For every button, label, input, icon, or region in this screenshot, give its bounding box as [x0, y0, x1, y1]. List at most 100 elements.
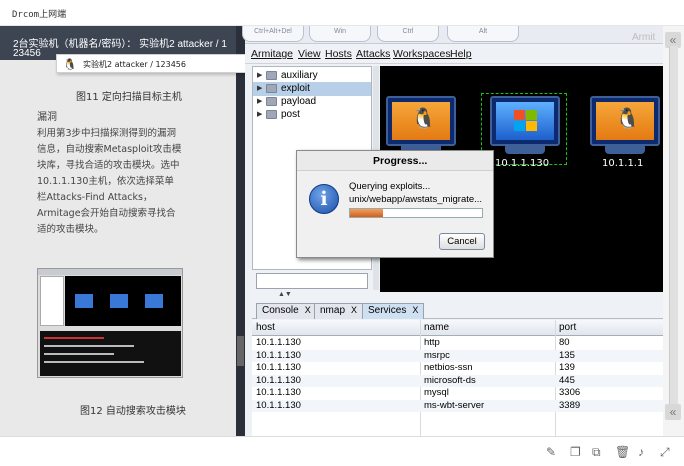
close-tab-icon[interactable]: X: [412, 305, 418, 315]
pin-icon[interactable]: ✎: [546, 445, 556, 459]
tab-label: nmap: [320, 305, 346, 316]
table-row[interactable]: 10.1.1.130 ms-wbt-server 3389: [252, 399, 663, 412]
info-icon: i: [309, 184, 339, 214]
fullscreen-icon[interactable]: ⤢: [660, 445, 670, 460]
menu-help[interactable]: Help: [450, 48, 472, 60]
host-label: 10.1.1.1: [602, 158, 644, 169]
folder-icon: [266, 110, 277, 119]
document-header-line1: 2台实验机（机器名/密码）： 实验机2 attacker / 1: [13, 39, 227, 50]
window-title: Drcom上网端: [12, 10, 67, 20]
tree-node-label: post: [281, 109, 300, 120]
tab-label: Services: [368, 305, 407, 316]
menu-attacks[interactable]: Attacks: [356, 48, 390, 60]
thumbnail-console-line: [44, 361, 144, 363]
folder-icon: [266, 84, 277, 93]
thumbnail-console-line: [44, 337, 104, 339]
expand-arrow-icon[interactable]: ▶: [257, 71, 262, 79]
tree-node-post[interactable]: ▶ post: [253, 108, 371, 122]
close-tab-icon[interactable]: X: [305, 305, 311, 315]
table-cell-name: msrpc: [424, 349, 450, 361]
table-cell-name: netbios-ssn: [424, 362, 473, 373]
document-scroll-thumb[interactable]: [237, 336, 244, 366]
monitor-stand: [505, 146, 545, 154]
thumbnail-console-line: [44, 353, 114, 355]
table-row[interactable]: 10.1.1.130 netbios-ssn 139: [252, 362, 663, 374]
tree-node-label: auxiliary: [281, 70, 318, 81]
expand-arrow-icon[interactable]: ▶: [257, 97, 262, 105]
table-cell-port: 3306: [559, 387, 581, 398]
table-row[interactable]: 10.1.1.130 http 80: [252, 337, 663, 349]
tab-nmap[interactable]: nmap X: [314, 303, 364, 319]
table-header: host name port: [252, 320, 663, 336]
splitter-arrows-icon[interactable]: ▲▼: [278, 291, 292, 298]
copy-icon[interactable]: ⧉: [592, 445, 601, 460]
progress-dialog-titlebar[interactable]: Progress...: [297, 151, 493, 171]
menu-hosts[interactable]: Hosts: [325, 48, 352, 60]
expand-arrow-icon[interactable]: ▶: [257, 84, 262, 92]
table-cell-name: mysql: [424, 387, 449, 398]
thumbnail-canvas: [65, 276, 181, 326]
document-header-line2: 23456: [13, 48, 41, 59]
ctrl-alt-del-key[interactable]: Ctrl+Alt+Del: [242, 26, 304, 42]
menu-workspaces[interactable]: Workspaces: [393, 48, 451, 60]
bottom-tray: ✎ ❐ ⧉ 🗑 ♪ ⤢: [0, 436, 684, 466]
progress-status-text: Querying exploits...: [349, 181, 431, 192]
table-cell-port: 80: [559, 337, 570, 348]
thumbnail-host-icon: [145, 294, 163, 308]
table-cell-name: http: [424, 337, 440, 348]
right-scrollbar[interactable]: [669, 46, 678, 416]
folder-icon: [266, 97, 277, 106]
ctrl-key[interactable]: Ctrl: [377, 26, 439, 42]
tooltip-text: 实验机2 attacker / 123456: [83, 60, 186, 69]
menu-view[interactable]: View: [298, 48, 321, 60]
module-search-input[interactable]: [256, 273, 368, 289]
tree-node-label: payload: [281, 96, 317, 107]
tree-node-exploit[interactable]: ▶ exploit: [253, 82, 371, 96]
table-cell-host: 10.1.1.130: [256, 399, 301, 411]
thumbnail-console-line: [44, 345, 134, 347]
bottom-tab-bar: Console X nmap X Services X: [252, 302, 663, 319]
column-name[interactable]: name: [424, 322, 449, 333]
menu-armitage[interactable]: Armitage: [251, 48, 293, 60]
win-key[interactable]: Win: [309, 26, 371, 42]
figure-thumbnail: [37, 268, 183, 378]
document-body: 图11 定向扫描目标主机 漏洞 利用第3步中扫描探测得到的漏洞信息，自动搜索Me…: [0, 73, 236, 436]
tab-console[interactable]: Console X: [256, 303, 317, 319]
host-label: 10.1.1.130: [495, 158, 550, 169]
trash-icon[interactable]: 🗑: [615, 445, 630, 459]
table-cell-host: 10.1.1.130: [256, 337, 301, 348]
close-tab-icon[interactable]: X: [351, 305, 357, 315]
table-row[interactable]: 10.1.1.130 mysql 3306: [252, 387, 663, 399]
table-cell-host: 10.1.1.130: [256, 374, 301, 386]
close-panel-icon[interactable]: «: [665, 404, 681, 420]
cancel-button[interactable]: Cancel: [439, 233, 485, 250]
pane-splitter[interactable]: ▲▼: [252, 291, 663, 302]
document-scrollbar[interactable]: [236, 26, 245, 436]
thumbnail-titlebar: [38, 269, 182, 275]
thumbnail-console: [40, 331, 181, 376]
table-row[interactable]: 10.1.1.130 msrpc 135: [252, 349, 663, 362]
services-table: host name port 10.1.1.130 http 80 10.1.1.13…: [252, 320, 663, 436]
window-icon[interactable]: ❐: [570, 445, 581, 459]
thumbnail-host-icon: [110, 294, 128, 308]
column-port[interactable]: port: [559, 322, 576, 333]
right-gutter: « «: [663, 26, 684, 436]
expand-arrow-icon[interactable]: ▶: [257, 110, 262, 118]
tree-node-auxiliary[interactable]: ▶ auxiliary: [253, 69, 371, 83]
volume-icon[interactable]: ♪: [638, 445, 644, 459]
tree-node-payload[interactable]: ▶ payload: [253, 95, 371, 109]
folder-icon: [266, 71, 277, 80]
windows-logo-icon: [514, 110, 538, 132]
alt-key[interactable]: Alt: [447, 26, 519, 42]
table-cell-port: 3389: [559, 399, 581, 411]
thumbnail-host-icon: [75, 294, 93, 308]
armitage-brand-text: Armit: [632, 32, 656, 43]
tab-services[interactable]: Services X: [362, 303, 425, 319]
monitor-icon: 🐧: [386, 96, 456, 146]
section-heading: 漏洞: [37, 112, 57, 123]
table-body: 10.1.1.130 http 80 10.1.1.130 msrpc 135 10.1.1…: [252, 337, 663, 436]
table-cell-port: 139: [559, 362, 575, 373]
column-host[interactable]: host: [256, 322, 275, 333]
monitor-icon: [490, 96, 560, 146]
table-row[interactable]: 10.1.1.130 microsoft-ds 445: [252, 374, 663, 387]
